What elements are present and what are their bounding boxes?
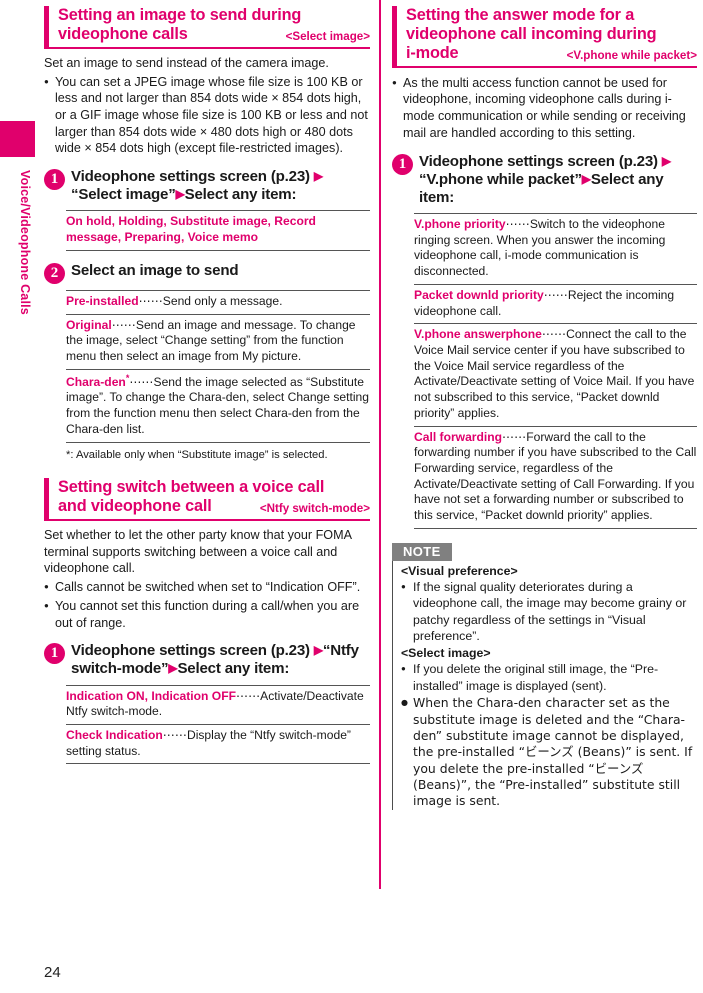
step-text-b: “Select image” (71, 186, 176, 204)
section-vphone-while-packet: Setting the answer mode for a videophone… (392, 6, 697, 529)
step-1: 1 Videophone settings screen (p.23) ▶“Nt… (44, 642, 370, 678)
option-row: V.phone priority⋯⋯Switch to the videopho… (414, 214, 697, 285)
option-row: Packet downld priority⋯⋯Reject the incom… (414, 285, 697, 325)
section-ntfy-switch-mode: Setting switch between a voice call and … (44, 478, 370, 765)
section-select-image: Setting an image to send during videopho… (44, 6, 370, 462)
option-dots: ⋯⋯ (235, 688, 261, 703)
option-term: On hold, Holding, Substitute image, Reco… (66, 214, 316, 245)
note-group-title: <Visual preference> (401, 563, 518, 578)
step-instruction: Select an image to send (71, 261, 239, 279)
page-number: 24 (44, 964, 61, 981)
bullet-item: Calls cannot be switched when set to “In… (44, 579, 370, 596)
option-list: Pre-installed⋯⋯Send only a message. Orig… (66, 289, 370, 443)
option-row: Chara-den*⋯⋯Send the image selected as “… (66, 370, 370, 443)
section-title-line2: and videophone call (58, 497, 212, 516)
option-list: On hold, Holding, Substitute image, Reco… (66, 210, 370, 251)
step-text-a: Videophone settings screen (p.23) (71, 168, 310, 186)
option-term: Indication ON, Indication OFF (66, 688, 236, 703)
note-badge: NOTE (392, 542, 452, 561)
step-instruction: Videophone settings screen (p.23) ▶“V.ph… (419, 153, 697, 207)
option-dots: ⋯⋯ (541, 327, 567, 342)
option-dots: ⋯⋯ (502, 429, 527, 444)
step-instruction: Videophone settings screen (p.23) ▶“Ntfy… (71, 642, 370, 678)
section-tag: <Select image> (285, 29, 370, 43)
option-term: V.phone priority (414, 216, 506, 231)
option-term: Packet downld priority (414, 287, 544, 302)
option-row: Indication ON, Indication OFF⋯⋯Activate/… (66, 686, 370, 726)
arrow-icon: ▶ (175, 187, 185, 202)
intro-paragraph: Set an image to send instead of the came… (44, 55, 329, 70)
arrow-icon: ▶ (168, 661, 178, 676)
option-dots: ⋯⋯ (505, 216, 530, 231)
option-list: Indication ON, Indication OFF⋯⋯Activate/… (66, 684, 370, 765)
bullet-item: As the multi access function cannot be u… (392, 75, 697, 142)
section-title-line1: Setting switch between a voice call (58, 478, 325, 497)
option-dots: ⋯⋯ (543, 287, 568, 302)
option-row: V.phone answerphone⋯⋯Connect the call to… (414, 324, 697, 427)
step-text-c: Select any item: (184, 186, 297, 204)
step-number: 1 (392, 153, 413, 175)
note-group-title: <Select image> (401, 646, 491, 661)
option-row: Pre-installed⋯⋯Send only a message. (66, 291, 370, 315)
option-term: Check Indication (66, 728, 163, 743)
option-term: Chara-den (66, 374, 126, 389)
note-body: <Visual preference> If the signal qualit… (392, 560, 697, 810)
intro-paragraph: Set whether to let the other party know … (44, 527, 352, 576)
section-tag: <Ntfy switch-mode> (259, 501, 370, 515)
step-number: 1 (44, 643, 65, 665)
step-number: 2 (44, 262, 65, 284)
step-text-a: Videophone settings screen (p.23) (71, 642, 310, 660)
option-desc: Send only a message. (162, 293, 283, 308)
left-column: Setting an image to send during videopho… (44, 6, 370, 771)
option-desc-extra: To change the Chara-den, select Change s… (66, 390, 369, 436)
note-bullet: If the signal quality deteriorates durin… (401, 579, 697, 645)
option-dots: ⋯⋯ (162, 728, 187, 743)
side-tab-marker (0, 121, 35, 157)
section-header: Setting switch between a voice call and … (44, 478, 370, 521)
footnote: *: Available only when “Substitute image… (66, 448, 328, 461)
option-row: Call forwarding⋯⋯Forward the call to the… (414, 427, 697, 529)
arrow-icon: ▶ (581, 171, 591, 186)
option-row: Original⋯⋯Send an image and message. To … (66, 315, 370, 370)
section-tag: <V.phone while packet> (566, 48, 697, 62)
step-number: 1 (44, 169, 65, 191)
arrow-icon: ▶ (661, 153, 671, 168)
step-text-c: Select any item: (177, 660, 290, 678)
arrow-icon: ▶ (313, 643, 323, 658)
option-list: V.phone priority⋯⋯Switch to the videopho… (414, 212, 697, 529)
section-header: Setting an image to send during videopho… (44, 6, 370, 49)
note-block: NOTE <Visual preference> If the signal q… (392, 542, 697, 810)
bullet-item: You can set a JPEG image whose file size… (44, 74, 370, 158)
note-bullet: If you delete the original still image, … (401, 661, 697, 694)
section-title-line1: Setting an image to send during (58, 6, 302, 24)
step-text-b: “V.phone while packet” (419, 170, 582, 188)
column-divider (379, 0, 381, 889)
bullet-item: You cannot set this function during a ca… (44, 598, 370, 631)
option-dots: ⋯⋯ (111, 317, 136, 332)
right-column: Setting the answer mode for a videophone… (392, 6, 697, 810)
option-term: V.phone answerphone (414, 327, 542, 342)
step-1: 1 Videophone settings screen (p.23) ▶“Se… (44, 168, 370, 204)
section-header: Setting the answer mode for a videophone… (392, 6, 697, 68)
step-instruction: Videophone settings screen (p.23) ▶“Sele… (71, 168, 370, 204)
option-dots: ⋯⋯ (129, 374, 154, 389)
arrow-icon: ▶ (313, 169, 323, 184)
note-bullet: When the Chara-den character set as the … (401, 695, 697, 810)
section-title-line1: Setting the answer mode for a (406, 6, 635, 24)
option-row: Check Indication⋯⋯Display the “Ntfy swit… (66, 725, 370, 765)
side-tab-label: Voice/Videophone Calls (18, 170, 32, 315)
option-row: On hold, Holding, Substitute image, Reco… (66, 211, 370, 251)
manual-page: Voice/Videophone Calls Setting an image … (0, 0, 703, 993)
section-title-line2: videophone call incoming during (406, 24, 657, 43)
option-term: Pre-installed (66, 293, 139, 308)
step-text-a: Videophone settings screen (p.23) (419, 152, 658, 170)
option-term: Call forwarding (414, 429, 503, 444)
step-1: 1 Videophone settings screen (p.23) ▶“V.… (392, 153, 697, 207)
option-dots: ⋯⋯ (138, 293, 163, 308)
option-term: Original (66, 317, 112, 332)
section-title-line3: i-mode (406, 43, 459, 62)
section-title-line2: videophone calls (58, 24, 188, 43)
step-2: 2 Select an image to send (44, 262, 370, 284)
